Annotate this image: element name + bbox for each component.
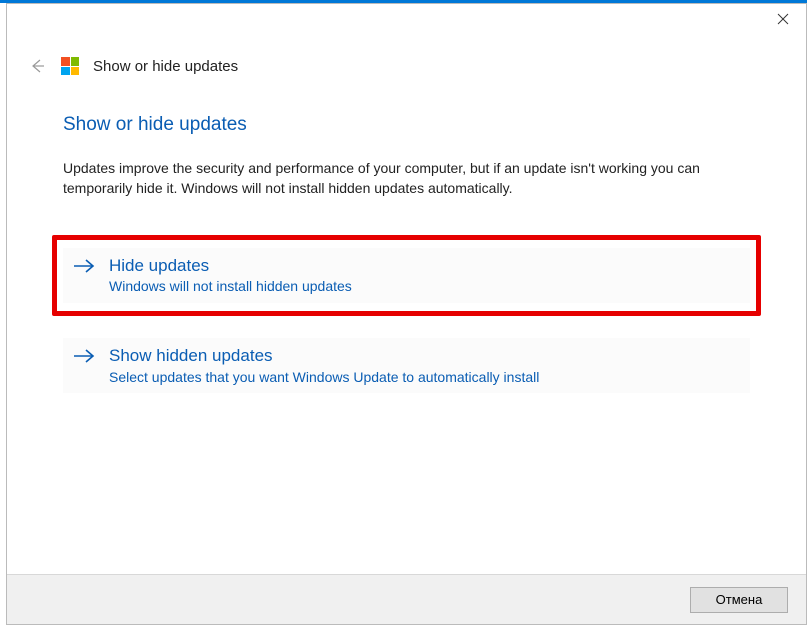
option-show-hidden-updates[interactable]: Show hidden updates Select updates that … [63,338,750,393]
option-texts: Show hidden updates Select updates that … [109,344,539,387]
microsoft-logo-icon [61,57,79,75]
option-texts: Hide updates Windows will not install hi… [109,254,352,297]
content-area: Show or hide updates Updates improve the… [7,84,806,393]
option-subtitle: Select updates that you want Windows Upd… [109,368,539,388]
page-heading: Show or hide updates [63,114,750,136]
titlebar [7,4,806,42]
option-title: Show hidden updates [109,344,539,368]
back-button[interactable] [27,56,47,76]
arrow-left-icon [28,57,46,75]
option-hide-updates-highlight: Hide updates Windows will not install hi… [52,235,761,316]
wizard-window: Show or hide updates Show or hide update… [6,3,807,625]
option-hide-updates[interactable]: Hide updates Windows will not install hi… [63,248,750,303]
close-icon [777,13,789,25]
header-title: Show or hide updates [93,58,238,75]
option-title: Hide updates [109,254,352,278]
footer-bar: Отмена [7,574,806,624]
header-row: Show or hide updates [7,42,806,84]
close-button[interactable] [760,4,806,34]
page-description: Updates improve the security and perform… [63,158,750,199]
cancel-button[interactable]: Отмена [690,587,788,613]
option-show-hidden-wrapper: Show hidden updates Select updates that … [63,338,750,393]
option-subtitle: Windows will not install hidden updates [109,277,352,297]
arrow-right-icon [73,348,95,369]
arrow-right-icon [73,258,95,279]
